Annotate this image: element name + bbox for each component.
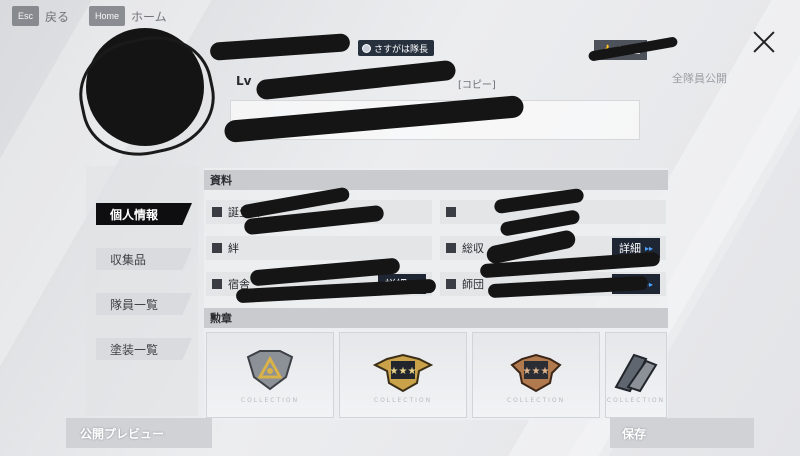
svg-text:★★★: ★★★: [523, 366, 550, 377]
gold-star-medal-icon: ★★★: [373, 353, 433, 392]
player-id-redacted: [255, 59, 457, 101]
sidebar-item-collection[interactable]: 収集品: [96, 248, 192, 270]
close-icon[interactable]: [746, 24, 782, 60]
medal-card[interactable]: COLLECTION: [206, 332, 334, 418]
back-button[interactable]: 戻る: [45, 8, 69, 25]
home-button[interactable]: ホーム: [131, 8, 167, 25]
info-row-label: 絆: [228, 242, 239, 255]
home-icon: [212, 279, 222, 289]
bond-icon: [212, 243, 222, 253]
section-header-info: 資料: [204, 170, 668, 190]
medal-card[interactable]: ★★★ COLLECTION: [339, 332, 467, 418]
shield-icon: [446, 279, 456, 289]
info-row-bond: 絆: [206, 236, 432, 260]
sidebar-item-personal-info[interactable]: 個人情報: [96, 203, 192, 225]
username-redacted: [209, 33, 351, 61]
avatar-redacted: [86, 28, 204, 146]
section-header-medals: 勲章: [204, 308, 668, 328]
title-badge-label: さすがは隊長: [374, 44, 429, 55]
public-preview-button[interactable]: 公開プレビュー: [66, 418, 212, 448]
sidebar-item-paint-list[interactable]: 塗装一覧: [96, 338, 192, 360]
double-arrow-icon: ▸▸: [644, 243, 654, 253]
medal-card[interactable]: COLLECTION: [605, 332, 667, 418]
sidebar-item-member-list[interactable]: 隊員一覧: [96, 293, 192, 315]
level-label: Lv: [236, 74, 252, 88]
flag-icon: [446, 207, 456, 217]
collection-icon: [446, 243, 456, 253]
home-key-hint[interactable]: Home: [89, 6, 126, 26]
top-navigation: Esc 戻る Home ホーム: [12, 6, 181, 26]
esc-key-hint[interactable]: Esc: [12, 6, 40, 26]
info-row-label: 師団: [462, 278, 484, 291]
medal-caption: COLLECTION: [606, 396, 666, 404]
title-badge: さすがは隊長: [358, 40, 435, 56]
bronze-star-medal-icon: ★★★: [510, 353, 562, 392]
medal-caption: COLLECTION: [240, 396, 300, 404]
svg-text:★★★: ★★★: [390, 366, 417, 377]
visibility-setting[interactable]: 全隊員公開: [672, 70, 727, 86]
calendar-icon: [212, 207, 222, 217]
medal-caption: COLLECTION: [506, 396, 566, 404]
badge-medal-icon: [362, 43, 371, 53]
medal-card[interactable]: ★★★ COLLECTION: [472, 332, 600, 418]
silver-triangle-medal-icon: [246, 349, 294, 390]
winged-medal-icon: [614, 353, 658, 392]
info-row-label: 総収: [462, 242, 484, 255]
copy-id-link[interactable]: [コピー]: [458, 76, 496, 91]
save-button[interactable]: 保存: [610, 418, 754, 448]
medal-caption: COLLECTION: [373, 396, 433, 404]
